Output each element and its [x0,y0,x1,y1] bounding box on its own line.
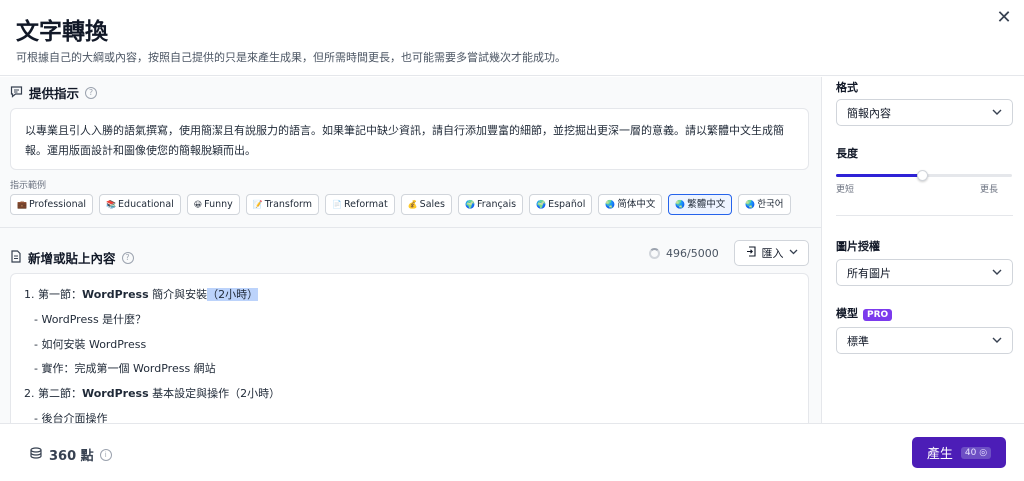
chip-label: Educational [118,199,174,210]
modal-header: 文字轉換 可根據自己的大綱或內容，按照自己提供的只是來產生成果，但所需時間更長，… [0,0,1024,76]
image-license-select[interactable]: 所有圖片 [836,259,1013,286]
help-icon[interactable]: ? [121,251,134,264]
content-textarea[interactable]: 1. 第一節：WordPress 簡介與安裝（2小時） - WordPress … [10,273,809,423]
points-display: 360 點 i [29,445,112,464]
chip-professional[interactable]: 💼 Professional [10,194,94,215]
chevron-down-icon [789,248,798,258]
money-bag-icon: 💰 [407,200,418,209]
char-count: 496/5000 [666,247,719,260]
text-selection: （2小時） [207,288,259,301]
chat-icon [10,85,23,101]
globe-icon: 🌍 [464,200,475,209]
chevron-down-icon [992,268,1002,278]
document-icon [10,249,22,266]
model-label: 模型 PRO [836,305,893,321]
chip-label: Español [548,199,586,210]
globe-icon: 🌏 [605,200,616,209]
page-icon: 📄 [332,200,342,209]
content-line: 2. 第二節：WordPress 基本設定與操作（2小時） [24,387,281,401]
format-label: 格式 [836,81,858,94]
chip-label: 繁體中文 [687,199,726,210]
chip-traditional-chinese[interactable]: 🌏 繁體中文 [668,194,733,215]
sidebar-divider [836,215,1013,216]
info-icon[interactable]: i [99,448,112,461]
chip-french[interactable]: 🌍 Français [457,194,524,215]
generate-button[interactable]: 產生 40 ◎ [912,437,1006,468]
modal-footer: 360 點 i 產生 40 ◎ [0,423,1024,481]
instructions-heading-label: 提供指示 [29,86,80,101]
content-heading-label: 新增或貼上內容 [28,251,116,266]
briefcase-icon: 💼 [17,200,27,209]
points-value: 360 點 [49,449,94,464]
chip-label: Funny [204,199,233,210]
chip-korean[interactable]: 🌏 한국어 [738,194,791,215]
close-icon[interactable]: ✕ [994,8,1014,28]
model-value: 標準 [847,334,869,348]
chip-label: 简体中文 [617,199,656,210]
globe-icon: 🌏 [675,200,686,209]
chip-label: Reformat [343,199,388,210]
chip-educational[interactable]: 📚 Educational [99,194,181,215]
chip-label: Sales [419,199,445,210]
chip-sales[interactable]: 💰 Sales [400,194,452,215]
slider-thumb[interactable] [917,170,929,181]
chip-funny[interactable]: 😀 Funny [186,194,240,215]
content-line: - 如何安裝 WordPress [34,337,147,351]
smile-icon: 😀 [193,200,203,209]
pro-badge: PRO [863,309,893,321]
generate-cost-badge: 40 ◎ [960,446,992,459]
instructions-textarea[interactable]: 以專業且引人入勝的語氣撰寫，使用簡潔且有說服力的語言。如果筆記中缺少資訊，請自行… [10,108,809,170]
main-panel: 提供指示 ? 以專業且引人入勝的語氣撰寫，使用簡潔且有說服力的語言。如果筆記中缺… [0,77,821,423]
import-button[interactable]: 匯入 [734,240,809,266]
content-line: - 實作：完成第一個 WordPress 網站 [34,362,216,376]
globe-icon: 🌏 [745,200,756,209]
length-label: 長度 [836,147,858,160]
example-chips: 💼 Professional 📚 Educational 😀 Funny 📝 Trans… [10,194,791,215]
format-value: 簡報內容 [847,106,891,120]
coins-icon [29,446,43,464]
format-select[interactable]: 簡報內容 [836,99,1013,126]
page-title: 文字轉換 [16,19,108,45]
chip-spanish[interactable]: 🌍 Español [529,194,593,215]
progress-ring-icon [649,248,660,259]
chevron-down-icon [992,108,1002,118]
image-license-value: 所有圖片 [847,266,891,280]
chip-label: Français [476,199,517,210]
page-subtitle: 可根據自己的大綱或內容，按照自己提供的只是來產生成果，但所需時間更長，也可能需要… [16,51,566,64]
memo-icon: 📝 [252,200,263,209]
examples-label: 指示範例 [10,181,47,191]
length-min-label: 更短 [836,185,855,195]
chip-simplified-chinese[interactable]: 🌏 简体中文 [598,194,663,215]
chip-label: Transform [264,199,313,210]
content-line: 1. 第一節：WordPress 簡介與安裝（2小時） [24,288,259,301]
image-license-label: 圖片授權 [836,240,880,253]
generate-label: 產生 [926,447,953,462]
chip-reformat[interactable]: 📄 Reformat [325,194,395,215]
slider-fill [836,174,923,177]
content-line: - WordPress 是什麼？ [34,312,147,326]
globe-icon: 🌍 [536,200,547,209]
char-counter: 496/5000 [649,247,719,260]
chip-label: Professional [28,199,87,210]
length-slider[interactable] [836,170,1012,181]
content-heading: 新增或貼上內容 ? [10,248,134,267]
instructions-heading: 提供指示 ? [10,83,98,102]
chip-label: 한국어 [757,199,784,210]
length-max-label: 更長 [980,185,999,195]
section-divider [0,227,821,228]
model-select[interactable]: 標準 [836,327,1013,354]
help-icon[interactable]: ? [85,86,98,99]
import-label: 匯入 [761,247,784,260]
chip-transform[interactable]: 📝 Transform [245,194,320,215]
chevron-down-icon [992,336,1002,346]
import-icon [746,246,757,260]
books-icon: 📚 [106,200,117,209]
content-line: - 後台介面操作 [34,411,108,423]
settings-sidebar: 格式 簡報內容 長度 更短 更長 圖片授權 所有圖片 模型 PRO 標準 [821,77,1024,423]
